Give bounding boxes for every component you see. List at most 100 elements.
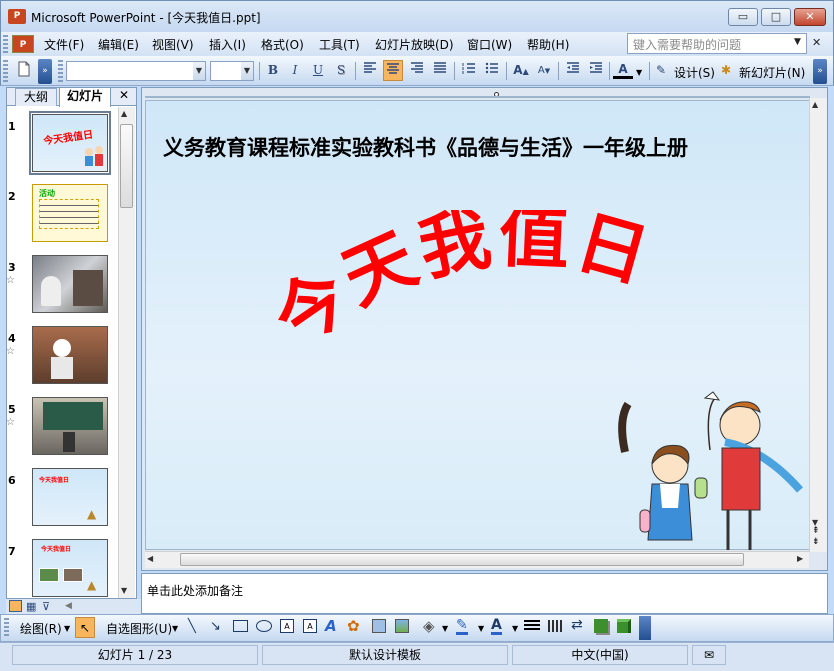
oval-tool-icon[interactable] xyxy=(256,620,272,632)
wordart-title[interactable]: 今天我值日 xyxy=(270,210,750,380)
grow-font-button[interactable]: A▲ xyxy=(511,61,531,80)
justify-icon[interactable] xyxy=(430,61,450,80)
fill-color-dropdown-icon[interactable]: ▼ xyxy=(442,624,448,633)
slide-vertical-scrollbar[interactable] xyxy=(809,98,827,552)
draw-menu-button[interactable]: 绘图(R) xyxy=(20,620,62,637)
slide-thumbnail-1[interactable]: 今天我值日 xyxy=(32,114,108,172)
diagram-tool-icon[interactable]: ✿ xyxy=(347,617,360,635)
shadow-button[interactable]: S xyxy=(331,61,351,80)
menu-file[interactable]: 文件(F) xyxy=(44,36,84,53)
slide-thumbnail-7[interactable]: 今天我值日 ▲ xyxy=(32,539,108,597)
menu-help[interactable]: 帮助(H) xyxy=(527,36,569,53)
drawing-toolbar-grip[interactable] xyxy=(4,618,9,638)
bullets-icon[interactable] xyxy=(482,61,502,80)
slide-thumbnail-5[interactable] xyxy=(32,397,108,455)
draw-menu-dropdown-icon[interactable]: ▼ xyxy=(64,624,70,633)
fill-color-icon[interactable]: ◈ xyxy=(423,617,435,635)
scroll-up-icon[interactable]: ▲ xyxy=(121,109,127,118)
slideshow-view-icon[interactable]: ⊽ xyxy=(42,600,50,613)
toolbar-grip[interactable] xyxy=(3,60,8,82)
scroll-down-icon[interactable]: ▼ xyxy=(121,586,127,595)
normal-view-icon[interactable] xyxy=(9,600,22,612)
shadow-style-icon[interactable] xyxy=(594,619,608,633)
drawing-toolbar-overflow-icon[interactable] xyxy=(639,616,651,640)
line-tool-icon[interactable]: ╲ xyxy=(188,619,196,634)
italic-button[interactable]: I xyxy=(285,61,305,80)
toolbar-grip-2[interactable] xyxy=(58,60,63,82)
toolbar-overflow-icon[interactable]: » xyxy=(813,59,827,84)
align-right-icon[interactable] xyxy=(407,61,427,80)
textbox-tool-icon[interactable]: A xyxy=(280,619,294,633)
slide-scroll-right-icon[interactable]: ▶ xyxy=(797,554,803,563)
numbering-icon[interactable] xyxy=(459,61,479,80)
new-document-icon[interactable] xyxy=(14,61,34,80)
new-slide-button[interactable]: 新幻灯片(N) xyxy=(739,64,805,81)
menu-window[interactable]: 窗口(W) xyxy=(467,36,512,53)
slide-thumbnail-6[interactable]: 今天我值日 ▲ xyxy=(32,468,108,526)
menu-insert[interactable]: 插入(I) xyxy=(209,36,246,53)
increase-indent-icon[interactable] xyxy=(586,61,606,80)
underline-button[interactable]: U xyxy=(308,61,328,80)
autoshapes-dropdown-icon[interactable]: ▼ xyxy=(172,624,178,633)
bold-button[interactable]: B xyxy=(263,61,283,80)
slide-thumbnail-2[interactable]: 活动 xyxy=(32,184,108,242)
line-style-icon[interactable] xyxy=(524,620,540,632)
font-color-dropdown-icon[interactable]: ▼ xyxy=(636,68,642,77)
vertical-textbox-icon[interactable]: A xyxy=(303,619,317,633)
tab-outline[interactable]: 大纲 xyxy=(15,88,57,106)
menu-tools[interactable]: 工具(T) xyxy=(319,36,360,53)
pane-close-button[interactable]: ✕ xyxy=(119,88,129,102)
document-icon[interactable]: P xyxy=(12,35,34,53)
status-template[interactable]: 默认设计模板 xyxy=(262,645,508,665)
line-color-dropdown-icon[interactable]: ▼ xyxy=(478,624,484,633)
align-left-icon[interactable] xyxy=(360,61,380,80)
document-close-button[interactable]: ✕ xyxy=(812,36,821,49)
menu-grip[interactable] xyxy=(3,35,8,53)
notes-pane[interactable] xyxy=(141,573,828,614)
line-color-icon[interactable]: ✎ xyxy=(456,617,468,635)
menu-edit[interactable]: 编辑(E) xyxy=(98,36,139,53)
draw-font-color-button[interactable]: A xyxy=(491,617,502,635)
previous-slide-icon[interactable]: ⇞ xyxy=(812,526,820,536)
font-name-dropdown-icon[interactable]: ▼ xyxy=(193,62,205,80)
decrease-indent-icon[interactable] xyxy=(563,61,583,80)
minimize-button[interactable]: ▭ xyxy=(728,8,758,26)
menu-slideshow[interactable]: 幻灯片放映(D) xyxy=(375,36,454,53)
draw-font-color-dropdown-icon[interactable]: ▼ xyxy=(512,624,518,633)
select-pointer-icon[interactable]: ↖ xyxy=(75,617,95,638)
autoshapes-button[interactable]: 自选图形(U) xyxy=(106,620,172,637)
arrow-style-icon[interactable]: ⇄ xyxy=(571,617,583,633)
slide-thumbnail-3[interactable] xyxy=(32,255,108,313)
slide-sorter-view-icon[interactable]: ▦ xyxy=(26,600,36,613)
slides-pane-scroll-thumb[interactable] xyxy=(120,124,133,208)
notes-placeholder[interactable]: 单击此处添加备注 xyxy=(147,582,243,599)
insert-picture-icon[interactable] xyxy=(395,619,409,633)
slide-heading[interactable]: 义务教育课程标准实验教科书《品德与生活》一年级上册 xyxy=(163,132,688,162)
close-button[interactable]: ✕ xyxy=(794,8,826,26)
slide-hscroll-thumb[interactable] xyxy=(180,553,744,566)
font-size-dropdown-icon[interactable]: ▼ xyxy=(241,62,253,80)
menu-view[interactable]: 视图(V) xyxy=(152,36,194,53)
font-name-combo[interactable]: ▼ xyxy=(66,61,206,81)
align-center-icon[interactable] xyxy=(383,60,403,81)
powerpoint-app-icon[interactable]: P xyxy=(8,9,26,24)
slide-scroll-left-icon[interactable]: ◀ xyxy=(147,554,153,563)
design-button[interactable]: 设计(S) xyxy=(674,64,715,81)
help-search-input[interactable]: 键入需要帮助的问题 xyxy=(627,33,807,54)
toolbar-options-icon[interactable]: » xyxy=(38,59,52,84)
restore-button[interactable]: □ xyxy=(761,8,791,26)
slide-scroll-up-icon[interactable]: ▲ xyxy=(812,100,818,109)
clipart-tool-icon[interactable] xyxy=(372,619,386,633)
next-slide-icon[interactable]: ⇟ xyxy=(812,537,820,547)
tab-slides[interactable]: 幻灯片 xyxy=(59,87,111,107)
spelling-status-icon[interactable]: ✉ xyxy=(692,645,726,665)
rectangle-tool-icon[interactable] xyxy=(233,620,248,632)
3d-style-icon[interactable] xyxy=(617,619,631,633)
wordart-tool-icon[interactable]: A xyxy=(325,617,337,635)
menu-format[interactable]: 格式(O) xyxy=(261,36,304,53)
font-color-button[interactable]: A xyxy=(613,61,633,79)
slide-thumbnail-4[interactable] xyxy=(32,326,108,384)
help-dropdown-icon[interactable]: ▼ xyxy=(794,37,801,47)
hscroll-left-icon[interactable]: ◀ xyxy=(65,601,72,611)
arrow-tool-icon[interactable]: ↘ xyxy=(210,619,221,634)
